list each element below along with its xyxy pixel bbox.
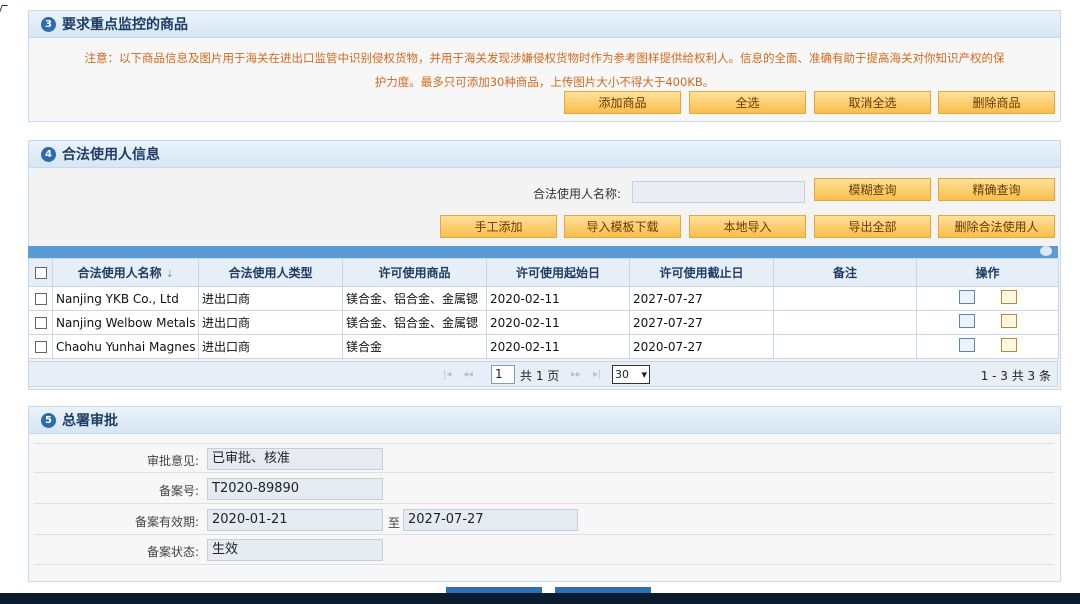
cell-start-date: 2020-02-11 [486, 286, 630, 311]
user-name-search-input[interactable] [632, 181, 805, 203]
row-checkbox[interactable] [28, 310, 53, 335]
section-number-badge: 5 [41, 412, 56, 428]
exact-search-button[interactable]: 精确查询 [938, 178, 1055, 201]
column-header: 许可使用商品 [342, 258, 487, 287]
section-header: 3 要求重点监控的商品 [29, 11, 1060, 38]
cell-goods: 镁合金、铝合金、金属锶 [342, 286, 487, 311]
page: 3 要求重点监控的商品 注意：以下商品信息及图片用于海关在进出口监管中识别侵权货… [0, 0, 1080, 604]
cell-user-name: Chaohu Yunhai Magnes [52, 334, 199, 359]
cell-user-type: 进出口商 [198, 334, 343, 359]
validity-label: 备案有效期: [134, 515, 199, 529]
deselect-all-button[interactable]: 取消全选 [814, 91, 931, 114]
cell-user-type: 进出口商 [198, 286, 343, 311]
cell-actions [916, 286, 1059, 311]
cell-goods: 镁合金、铝合金、金属锶 [342, 310, 487, 335]
cell-end-date: 2027-07-27 [629, 286, 774, 311]
cell-actions [916, 310, 1059, 335]
form-row-record-status: 备案状态: 生效 [34, 535, 1054, 565]
record-status-value: 生效 [207, 539, 383, 561]
manual-add-button[interactable]: 手工添加 [440, 215, 557, 238]
add-goods-button[interactable]: 添加商品 [564, 91, 681, 114]
grid-top-bar [28, 246, 1058, 258]
column-header: 许可使用截止日 [629, 258, 774, 287]
form-row-validity: 备案有效期: 2020-01-21 至 2027-07-27 [34, 505, 1054, 535]
download-template-button[interactable]: 导入模板下载 [564, 215, 681, 238]
mouse-cursor-icon [0, 5, 8, 15]
edit-icon[interactable] [1000, 290, 1017, 304]
cell-user-name: Nanjing Welbow Metals [52, 310, 199, 335]
collapse-icon[interactable] [1040, 246, 1052, 256]
prev-page-icon[interactable]: ◂◂ [463, 369, 473, 380]
record-number-value: T2020-89890 [207, 478, 383, 500]
validity-end-value: 2027-07-27 [403, 509, 578, 531]
cell-remark [773, 310, 917, 335]
form-row-record-number: 备案号: T2020-89890 [34, 474, 1054, 504]
section-number-badge: 3 [41, 16, 56, 32]
table-row[interactable]: Nanjing Welbow Metals 进出口商 镁合金、铝合金、金属锶 2… [28, 310, 1059, 335]
record-count-label: 1 - 3 共 3 条 [980, 369, 1051, 383]
cell-remark [773, 334, 917, 359]
view-icon[interactable] [958, 290, 975, 304]
cell-user-type: 进出口商 [198, 310, 343, 335]
first-page-icon[interactable]: |◂ [443, 369, 451, 380]
section-title: 总署审批 [62, 413, 118, 429]
local-import-button[interactable]: 本地导入 [689, 215, 806, 238]
section-title: 合法使用人信息 [62, 147, 160, 163]
cell-actions [916, 334, 1059, 359]
delete-legal-user-button[interactable]: 删除合法使用人 [938, 215, 1055, 238]
view-icon[interactable] [958, 314, 975, 328]
page-total-label: 共 1 页 [520, 369, 560, 383]
delete-goods-button[interactable]: 删除商品 [938, 91, 1055, 114]
table-header-row: 合法使用人名称 ⇣ 合法使用人类型 许可使用商品 许可使用起始日 许可使用截止日… [28, 258, 1059, 287]
record-number-label: 备案号: [158, 484, 199, 498]
section-title: 要求重点监控的商品 [62, 17, 188, 33]
legal-users-table: 合法使用人名称 ⇣ 合法使用人类型 许可使用商品 许可使用起始日 许可使用截止日… [28, 258, 1059, 359]
os-taskbar [0, 593, 1080, 604]
table-row[interactable]: Nanjing YKB Co., Ltd 进出口商 镁合金、铝合金、金属锶 20… [28, 286, 1059, 311]
approval-opinion-value: 已审批、核准 [207, 448, 383, 470]
approval-opinion-label: 审批意见: [146, 454, 199, 468]
page-size-select[interactable]: 30 ▾ [612, 365, 650, 384]
fuzzy-search-button[interactable]: 模糊查询 [814, 178, 931, 201]
validity-to-label: 至 [388, 516, 401, 530]
column-header: 备注 [773, 258, 917, 287]
select-all-checkbox[interactable] [28, 258, 53, 287]
form-row-approval-opinion: 审批意见: 已审批、核准 [34, 443, 1054, 473]
notice-text: 注意：以下商品信息及图片用于海关在进出口监管中识别侵权货物，并用于海关发现涉嫌侵… [84, 51, 1005, 89]
column-header: 操作 [916, 258, 1059, 287]
column-header: 许可使用起始日 [486, 258, 630, 287]
edit-icon[interactable] [1000, 338, 1017, 352]
section-header: 4 合法使用人信息 [29, 141, 1060, 168]
cell-end-date: 2027-07-27 [629, 310, 774, 335]
cell-goods: 镁合金 [342, 334, 487, 359]
column-header: 合法使用人类型 [198, 258, 343, 287]
cell-start-date: 2020-02-11 [486, 310, 630, 335]
chevron-down-icon: ▾ [641, 368, 647, 381]
section-header: 5 总署审批 [29, 407, 1060, 434]
cell-end-date: 2020-07-27 [629, 334, 774, 359]
page-number-input[interactable]: 1 [491, 365, 515, 384]
record-status-label: 备案状态: [146, 545, 199, 559]
edit-icon[interactable] [1000, 314, 1017, 328]
section-number-badge: 4 [41, 146, 56, 162]
cell-user-name: Nanjing YKB Co., Ltd [52, 286, 199, 311]
next-page-icon[interactable]: ▸▸ [571, 369, 581, 380]
user-name-search-label: 合法使用人名称: [533, 187, 622, 201]
last-page-icon[interactable]: ▸| [593, 369, 601, 380]
row-checkbox[interactable] [28, 286, 53, 311]
table-row[interactable]: Chaohu Yunhai Magnes 进出口商 镁合金 2020-02-11… [28, 334, 1059, 359]
select-all-button[interactable]: 全选 [689, 91, 806, 114]
cell-remark [773, 286, 917, 311]
row-checkbox[interactable] [28, 334, 53, 359]
pagination-bar: |◂ ◂◂ 1 共 1 页 ▸▸ ▸| 30 ▾ 1 - 3 共 3 条 [28, 361, 1058, 387]
cell-start-date: 2020-02-11 [486, 334, 630, 359]
validity-start-value: 2020-01-21 [207, 509, 383, 531]
view-icon[interactable] [958, 338, 975, 352]
column-header[interactable]: 合法使用人名称 ⇣ [52, 258, 199, 287]
export-all-button[interactable]: 导出全部 [814, 215, 931, 238]
